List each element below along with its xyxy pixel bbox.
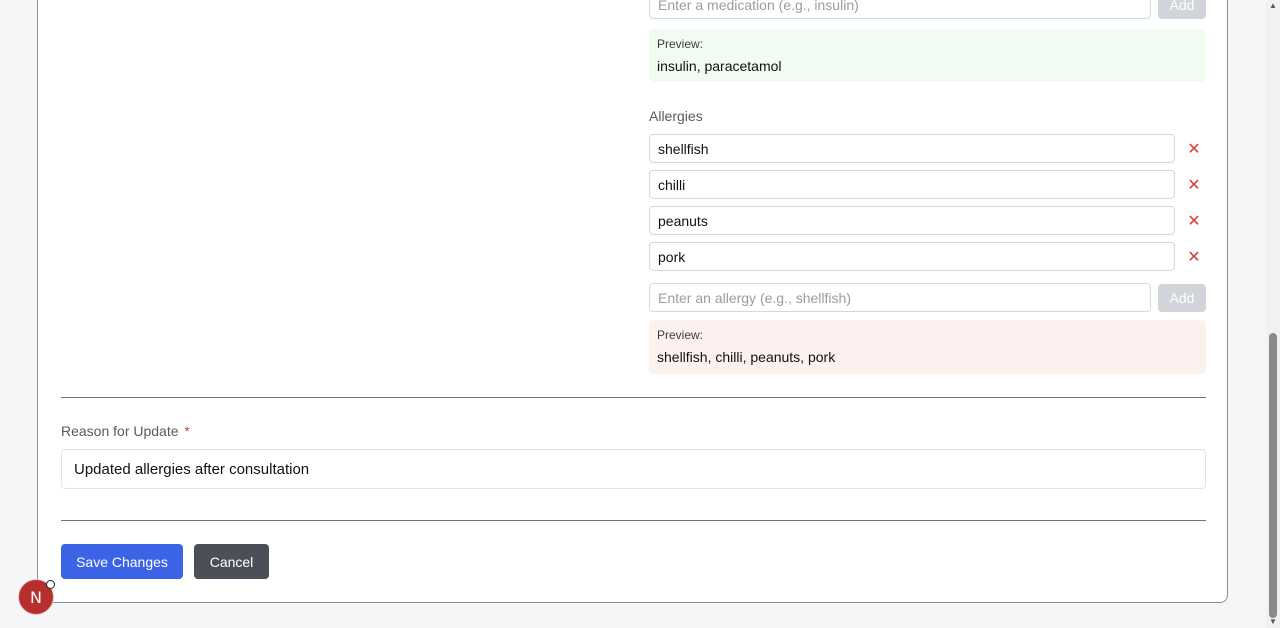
scrollbar-thumb[interactable] [1269,333,1277,618]
remove-allergy-close-icon[interactable]: ✕ [1185,247,1203,266]
remove-allergy-close-icon[interactable]: ✕ [1185,175,1203,194]
remove-allergy-close-icon[interactable]: ✕ [1185,139,1203,158]
cancel-button[interactable]: Cancel [194,544,269,579]
medications-preview-text: insulin, paracetamol [657,58,782,74]
user-initial: N [30,587,42,607]
allergies-preview: Preview: shellfish, chilli, peanuts, por… [649,320,1206,374]
scroll-down-arrow-icon[interactable]: ▼ [1268,618,1278,626]
save-changes-button[interactable]: Save Changes [61,544,183,579]
medications-preview: Preview: insulin, paracetamol [649,29,1206,82]
actions-divider [61,520,1206,521]
add-medication-button[interactable]: Add [1158,0,1206,19]
allergies-preview-label: Preview: [657,328,704,342]
reason-input[interactable] [61,449,1206,489]
allergy-item-input[interactable] [649,134,1175,163]
remove-allergy-close-icon[interactable]: ✕ [1185,211,1203,230]
medication-input[interactable] [649,0,1151,19]
allergies-label: Allergies [649,108,703,124]
medications-preview-label: Preview: [657,37,704,51]
allergies-preview-text: shellfish, chilli, peanuts, pork [657,349,836,365]
section-divider [61,397,1206,398]
reason-label-text: Reason for Update [61,423,179,439]
add-allergy-button[interactable]: Add [1158,284,1206,312]
allergy-input[interactable] [649,283,1151,312]
allergy-item-input[interactable] [649,242,1175,271]
allergy-item-input[interactable] [649,206,1175,235]
scroll-up-arrow-icon[interactable]: ▲ [1268,2,1278,10]
required-asterisk: * [184,423,190,439]
allergy-item-input[interactable] [649,170,1175,199]
avatar-status-indicator [46,580,55,589]
reason-label: Reason for Update * [61,423,190,439]
